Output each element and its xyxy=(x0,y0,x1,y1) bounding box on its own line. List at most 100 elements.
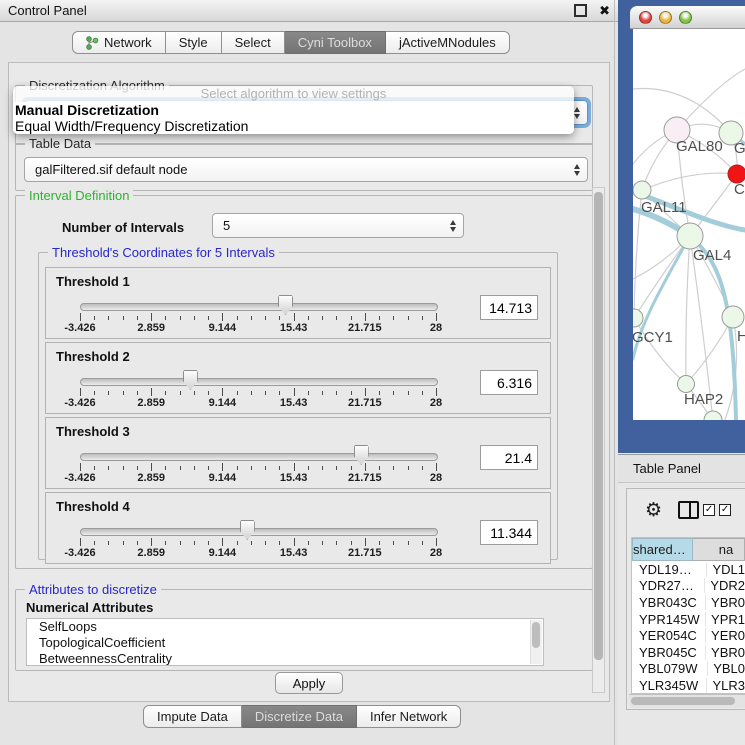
mac-close-button[interactable] xyxy=(639,11,652,24)
tab-infer-network[interactable]: Infer Network xyxy=(357,705,461,728)
tab-impute-data[interactable]: Impute Data xyxy=(143,705,242,728)
table-data-combobox[interactable]: galFiltered.sif default node xyxy=(24,157,588,182)
table-row[interactable]: YBR043C YBR0 xyxy=(632,594,745,611)
apply-button[interactable]: Apply xyxy=(275,672,343,694)
table-row[interactable]: YDL19… YDL1 xyxy=(632,561,745,578)
threshold-slider-handle[interactable] xyxy=(354,445,369,465)
tab-jactivemnodules[interactable]: jActiveMNodules xyxy=(386,31,510,54)
tab-style[interactable]: Style xyxy=(166,31,222,54)
list-item[interactable]: BetweennessCentrality xyxy=(27,651,543,666)
network-node[interactable] xyxy=(633,181,651,199)
network-edge[interactable] xyxy=(686,317,733,384)
tab-cyni-toolbox[interactable]: Cyni Toolbox xyxy=(285,31,386,54)
tab-label: Select xyxy=(235,35,271,50)
tab-discretize-data[interactable]: Discretize Data xyxy=(242,705,357,728)
network-window-titlebar[interactable] xyxy=(630,6,745,29)
float-window-icon[interactable] xyxy=(574,4,587,17)
tab-label: jActiveMNodules xyxy=(399,35,496,50)
algorithm-dropdown-popup: Select algorithm to view settings Manual… xyxy=(13,86,574,134)
interval-definition-group: Interval Definition Number of Intervals … xyxy=(15,195,593,569)
tab-label: Style xyxy=(179,35,208,50)
panel-scroll-thumb[interactable] xyxy=(594,192,603,660)
node-label: C xyxy=(734,181,745,198)
gear-icon[interactable]: ⚙ xyxy=(645,501,662,520)
table-row[interactable]: YBL079W YBL0 xyxy=(632,661,745,678)
threshold-value-field[interactable]: 11.344 xyxy=(480,520,538,545)
node-table[interactable]: shared…na YDL19… YDL1 YDR27… YDR2 YBR043… xyxy=(631,537,745,694)
threshold-value-field[interactable]: 14.713 xyxy=(480,295,538,320)
number-of-intervals-combobox[interactable]: 5 xyxy=(212,213,464,238)
threshold-label: Threshold 1 xyxy=(56,274,130,289)
combo-stepper-icon xyxy=(450,220,456,232)
network-edge[interactable] xyxy=(677,69,745,130)
tab-label: Impute Data xyxy=(157,709,228,724)
column-header[interactable]: na xyxy=(693,538,745,561)
panel-splitter[interactable] xyxy=(614,0,615,745)
numerical-attributes-label: Numerical Attributes xyxy=(26,600,153,615)
threshold-slider-handle[interactable] xyxy=(240,520,255,540)
numerical-attributes-list[interactable]: SelfLoopsTopologicalCoefficientBetweenne… xyxy=(26,618,544,666)
network-node[interactable] xyxy=(722,306,744,328)
slider-tick-labels: -3.4262.8599.14415.4321.71528 xyxy=(80,322,436,334)
table-horizontal-scrollbar[interactable] xyxy=(629,694,745,708)
slider-ticks xyxy=(80,538,436,547)
column-header[interactable]: shared… xyxy=(632,538,693,561)
dropdown-option[interactable]: Equal Width/Frequency Discretization xyxy=(13,118,574,134)
table-data-group: Table Data galFiltered.sif default node xyxy=(15,143,593,191)
checkbox-icon[interactable]: ✓ xyxy=(719,504,731,516)
threshold-slider-track[interactable] xyxy=(80,303,438,311)
table-cell: YPR145W xyxy=(632,612,706,627)
network-canvas[interactable]: GAL80GACGAL11GAL4GCY1HHAP2 xyxy=(633,29,745,420)
list-item[interactable]: SelfLoops xyxy=(27,619,543,635)
table-cell: YDL1 xyxy=(707,562,745,577)
table-row[interactable]: YER054C YER0 xyxy=(632,627,745,644)
mac-zoom-button[interactable] xyxy=(679,11,692,24)
tab-select[interactable]: Select xyxy=(222,31,285,54)
network-node[interactable] xyxy=(677,223,703,249)
network-node[interactable] xyxy=(704,411,722,420)
table-row[interactable]: YLR345W YLR3 xyxy=(632,677,745,694)
number-of-intervals-value: 5 xyxy=(223,218,230,233)
table-header-row: shared…na xyxy=(632,538,745,561)
split-columns-icon[interactable] xyxy=(678,501,699,519)
network-edge[interactable] xyxy=(642,173,737,190)
table-row[interactable]: YBR045C YBR0 xyxy=(632,644,745,661)
checkbox-icon[interactable]: ✓ xyxy=(703,504,715,516)
group-title: Interval Definition xyxy=(25,188,133,203)
combo-stepper-icon xyxy=(574,164,580,176)
panel-vertical-scrollbar[interactable] xyxy=(592,187,605,693)
table-row[interactable]: YPR145W YPR1 xyxy=(632,611,745,628)
table-cell: YPR1 xyxy=(706,612,745,627)
tab-network[interactable]: Network xyxy=(72,31,166,54)
threshold-value-field[interactable]: 6.316 xyxy=(480,370,538,395)
list-scroll-thumb[interactable] xyxy=(532,622,540,648)
threshold-label: Threshold 2 xyxy=(56,349,130,364)
network-edge[interactable] xyxy=(686,236,690,384)
close-icon[interactable]: ✖ xyxy=(599,4,610,17)
threshold-slider-track[interactable] xyxy=(80,378,438,386)
group-title: Threshold's Coordinates for 5 Intervals xyxy=(48,245,279,260)
network-graph[interactable]: GAL80GACGAL11GAL4GCY1HHAP2 xyxy=(633,29,745,420)
combo-stepper-icon xyxy=(574,107,580,119)
threshold-slider-track[interactable] xyxy=(80,528,438,536)
table-cell: YBR0 xyxy=(706,645,745,660)
table-cell: YER0 xyxy=(706,628,745,643)
network-node[interactable] xyxy=(678,376,695,393)
threshold-slider-handle[interactable] xyxy=(278,295,293,315)
threshold-slider-track[interactable] xyxy=(80,453,438,461)
threshold-label: Threshold 4 xyxy=(56,499,130,514)
dropdown-option[interactable]: Manual Discretization xyxy=(13,102,574,118)
node-label: GCY1 xyxy=(633,329,673,346)
network-node[interactable] xyxy=(633,309,643,327)
table-hscroll-thumb[interactable] xyxy=(631,697,735,705)
dropdown-hint: Select algorithm to view settings xyxy=(13,86,574,102)
list-scrollbar[interactable] xyxy=(530,620,542,664)
threshold-value-field[interactable]: 21.4 xyxy=(480,445,538,470)
threshold-slider-handle[interactable] xyxy=(183,370,198,390)
list-item[interactable]: TopologicalCoefficient xyxy=(27,635,543,651)
control-panel: Control Panel ✖ NetworkStyleSelectCyni T… xyxy=(0,0,618,745)
table-cell: YER054C xyxy=(632,628,706,643)
mac-minimize-button[interactable] xyxy=(659,11,672,24)
table-cell: YBL0 xyxy=(708,661,745,676)
table-row[interactable]: YDR27… YDR2 xyxy=(632,578,745,595)
